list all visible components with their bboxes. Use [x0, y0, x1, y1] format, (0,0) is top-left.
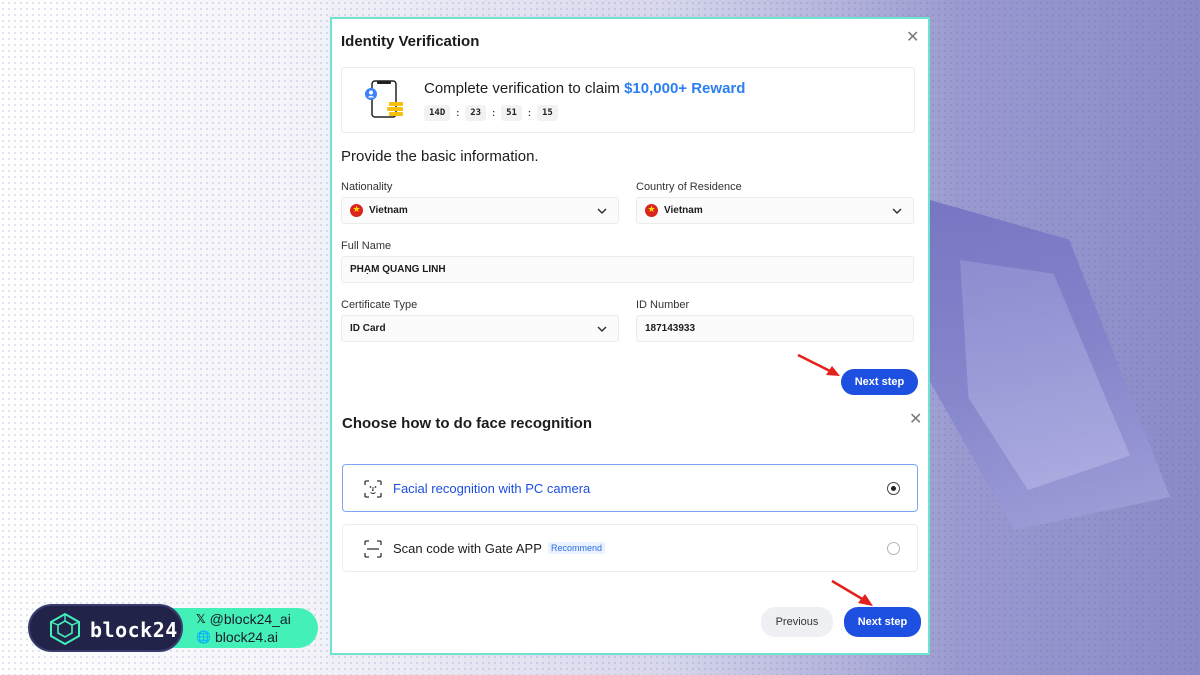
timer-separator: :: [527, 108, 531, 118]
id-number-label: ID Number: [636, 299, 690, 311]
brand-website-url: block24.ai: [214, 629, 278, 645]
banner-text: Complete verification to claim $10,000+ …: [424, 80, 745, 97]
timer-seconds: 15: [536, 105, 558, 121]
basic-info-heading: Provide the basic information.: [341, 148, 539, 165]
nationality-select[interactable]: ★ Vietnam: [341, 197, 619, 224]
brand-website: 🌐 block24.ai: [196, 629, 278, 645]
option-pc-camera-label: Facial recognition with PC camera: [393, 481, 591, 496]
x-logo-icon: 𝕏: [196, 612, 206, 626]
brand-twitter: 𝕏 @block24_ai: [196, 611, 291, 627]
close-icon[interactable]: ✕: [909, 411, 922, 427]
recommend-badge: Recommend: [548, 542, 606, 554]
id-number-value: 187143933: [645, 323, 696, 334]
chevron-down-icon: [892, 208, 902, 215]
brand-watermark: block24 𝕏 @block24_ai 🌐 block24.ai: [28, 604, 318, 652]
full-name-label: Full Name: [341, 240, 392, 252]
chevron-down-icon: [597, 208, 607, 215]
nationality-label: Nationality: [341, 181, 393, 193]
next-step-button-1[interactable]: Next step: [841, 369, 918, 395]
reward-amount: $10,000+ Reward: [624, 80, 746, 97]
full-name-value: PHẠM QUANG LINH: [350, 264, 446, 275]
face-scan-icon: [364, 480, 382, 498]
previous-button[interactable]: Previous: [761, 607, 833, 637]
red-arrow-annotation: [831, 579, 873, 606]
red-arrow-annotation: [797, 353, 840, 376]
timer-separator: :: [492, 108, 496, 118]
vietnam-flag-icon: ★: [350, 204, 363, 217]
vietnam-flag-icon: ★: [645, 204, 658, 217]
certificate-type-value: ID Card: [350, 323, 386, 334]
option-gate-app[interactable]: Scan code with Gate APP Recommend: [342, 524, 918, 572]
timer-hours: 23: [465, 105, 487, 121]
cube-logo-icon: [50, 612, 80, 646]
countdown-timer: 14D : 23 : 51 : 15: [424, 105, 558, 121]
globe-icon: 🌐: [196, 630, 211, 644]
id-phone-icon: [365, 80, 403, 118]
certificate-type-label: Certificate Type: [341, 299, 418, 311]
chevron-down-icon: [597, 326, 607, 333]
option-pc-camera[interactable]: Facial recognition with PC camera: [342, 464, 918, 512]
id-number-input[interactable]: 187143933: [636, 315, 914, 342]
residence-select[interactable]: ★ Vietnam: [636, 197, 914, 224]
timer-separator: :: [456, 108, 460, 118]
modal-title: Identity Verification: [341, 33, 480, 50]
face-recognition-title: Choose how to do face recognition: [342, 415, 593, 432]
certificate-type-select[interactable]: ID Card: [341, 315, 619, 342]
option-gate-app-radio[interactable]: [887, 542, 900, 555]
full-name-input[interactable]: PHẠM QUANG LINH: [341, 256, 914, 283]
option-gate-app-label: Scan code with Gate APP: [393, 541, 542, 556]
brand-logo-pill: block24: [28, 604, 183, 652]
brand-twitter-handle: @block24_ai: [209, 611, 291, 627]
banner-text-main: Complete verification to claim: [424, 80, 625, 97]
scan-code-icon: [364, 540, 382, 558]
nationality-value: Vietnam: [369, 205, 408, 216]
reward-banner: Complete verification to claim $10,000+ …: [341, 67, 915, 133]
option-pc-camera-radio[interactable]: [887, 482, 900, 495]
verification-modal: Identity Verification ✕ Complete verific…: [330, 17, 930, 655]
next-step-button-2[interactable]: Next step: [844, 607, 921, 637]
brand-name: block24: [90, 618, 178, 642]
residence-value: Vietnam: [664, 205, 703, 216]
timer-days: 14D: [424, 105, 451, 121]
close-icon[interactable]: ✕: [906, 29, 919, 45]
timer-minutes: 51: [501, 105, 522, 121]
residence-label: Country of Residence: [636, 181, 742, 193]
